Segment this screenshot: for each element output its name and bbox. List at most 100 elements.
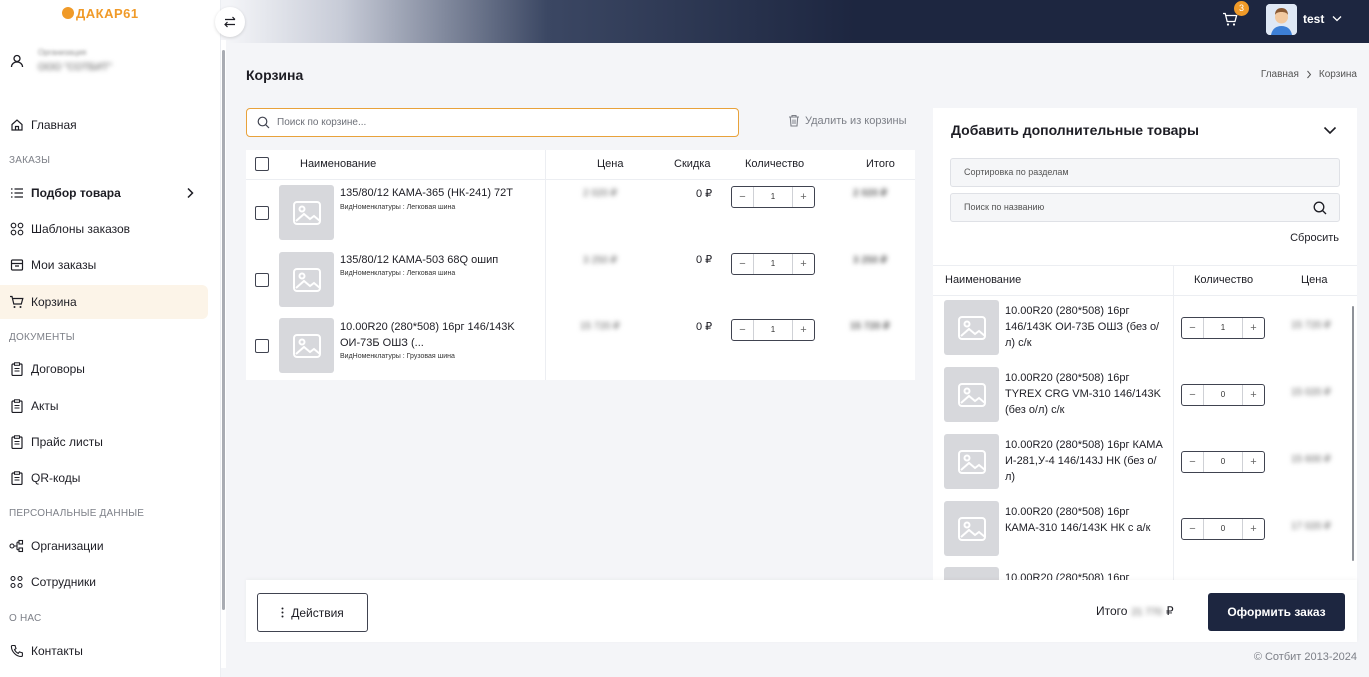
minus-button[interactable]: −	[1182, 385, 1203, 405]
quantity-value[interactable]: 1	[753, 254, 793, 274]
search-icon	[257, 116, 270, 129]
quantity-stepper[interactable]: −1 +	[1181, 317, 1265, 339]
minus-button[interactable]: −	[732, 254, 753, 274]
quantity-value[interactable]: 0	[1203, 452, 1243, 472]
product-image-placeholder[interactable]	[944, 434, 999, 489]
plus-button[interactable]: +	[793, 254, 814, 274]
plus-button[interactable]: +	[1243, 519, 1264, 539]
chevron-down-icon[interactable]	[1332, 15, 1342, 22]
sidebar-item-acts[interactable]: Акты	[0, 389, 208, 423]
order-total: Итого 21 770 ₽	[1096, 604, 1174, 618]
sidebar-item-cart[interactable]: Корзина	[0, 285, 208, 319]
minus-button[interactable]: −	[732, 187, 753, 207]
product-name[interactable]: 10.00R20 (280*508) 16рг 146/143K ОИ-73Б …	[340, 319, 530, 351]
chevron-down-icon[interactable]	[1323, 126, 1337, 135]
col-name: Наименование	[945, 274, 1022, 286]
org-structure-icon	[9, 539, 24, 554]
plus-button[interactable]: +	[793, 320, 814, 340]
product-name[interactable]: 135/80/12 КАМА-365 (НК-241) 72Т	[340, 185, 530, 201]
price-value: 15 720 ₽	[1291, 320, 1331, 331]
search-by-name-input[interactable]: Поиск по названию	[950, 193, 1340, 222]
sidebar-item-catalog[interactable]: Подбор товара	[0, 176, 208, 210]
total-value: 3 250 ₽	[853, 255, 888, 266]
product-type: ВидНоменклатуры : Легковая шина	[340, 270, 456, 277]
quantity-value[interactable]: 1	[1203, 318, 1243, 338]
avatar[interactable]	[1266, 4, 1297, 35]
actions-button[interactable]: Действия	[257, 593, 368, 632]
product-image-placeholder[interactable]	[944, 300, 999, 355]
product-name[interactable]: 10.00R20 (280*508) 16рг КАМА И-281,У-4 1…	[1005, 437, 1165, 485]
panel-title: Добавить дополнительные товары	[951, 122, 1199, 138]
product-image-placeholder[interactable]	[279, 252, 334, 307]
clipboard-icon	[9, 435, 24, 450]
minus-button[interactable]: −	[732, 320, 753, 340]
plus-button[interactable]: +	[1243, 385, 1264, 405]
product-name[interactable]: 10.00R20 (280*508) 16рг КАМА-310 146/143…	[1005, 504, 1165, 536]
plus-button[interactable]: +	[1243, 452, 1264, 472]
product-image-placeholder[interactable]	[944, 501, 999, 556]
sidebar-item-label: Контакты	[31, 644, 83, 658]
sidebar-item-home[interactable]: Главная	[0, 108, 208, 142]
quantity-stepper[interactable]: −0 +	[1181, 384, 1265, 406]
product-name[interactable]: 10.00R20 (280*508) 16рг	[1005, 570, 1165, 580]
sidebar-item-templates[interactable]: Шаблоны заказов	[0, 212, 208, 246]
breadcrumb-current: Корзина	[1318, 69, 1357, 80]
scrollbar-thumb[interactable]	[1352, 306, 1354, 561]
scrollbar-thumb[interactable]	[222, 50, 225, 610]
cart-search-input[interactable]: Поиск по корзине...	[246, 108, 739, 137]
image-icon	[956, 312, 988, 344]
quantity-stepper[interactable]: −0 +	[1181, 518, 1265, 540]
user-name[interactable]: test	[1303, 12, 1324, 26]
cart-table: Наименование Цена Скидка Количество Итог…	[246, 150, 915, 380]
select-all-checkbox[interactable]	[255, 157, 269, 171]
minus-button[interactable]: −	[1182, 519, 1203, 539]
product-image-placeholder[interactable]	[944, 567, 999, 580]
quantity-value[interactable]: 0	[1203, 385, 1243, 405]
quantity-value[interactable]: 1	[753, 320, 793, 340]
sidebar-item-orgs[interactable]: Организации	[0, 529, 208, 563]
product-image-placeholder[interactable]	[279, 318, 334, 373]
quantity-stepper[interactable]: −1 +	[731, 319, 815, 341]
reset-button[interactable]: Сбросить	[1290, 232, 1339, 244]
sort-sections-select[interactable]: Сортировка по разделам	[950, 158, 1340, 187]
minus-button[interactable]: −	[1182, 452, 1203, 472]
sidebar-toggle-button[interactable]	[215, 7, 245, 37]
sidebar-item-staff[interactable]: Сотрудники	[0, 565, 208, 599]
product-name[interactable]: 10.00R20 (280*508) 16рг 146/143K ОИ-73Б …	[1005, 303, 1165, 351]
sidebar-item-contacts[interactable]: Контакты	[0, 634, 208, 668]
checkout-button[interactable]: Оформить заказ	[1208, 593, 1345, 631]
user-org-selector[interactable]: Организация ООО "СОТБИТ"	[8, 46, 208, 86]
quantity-stepper[interactable]: −1 +	[731, 186, 815, 208]
price-value: 15 020 ₽	[1291, 387, 1331, 398]
plus-button[interactable]: +	[793, 187, 814, 207]
row-checkbox[interactable]	[255, 273, 269, 287]
product-image-placeholder[interactable]	[944, 367, 999, 422]
sidebar-item-qr[interactable]: QR-коды	[0, 461, 208, 495]
product-name[interactable]: 135/80/12 КАМА-503 68Q ошип	[340, 252, 530, 268]
breadcrumb-home[interactable]: Главная	[1261, 69, 1299, 80]
product-name[interactable]: 10.00R20 (280*508) 16рг TYREX CRG VM-310…	[1005, 370, 1165, 418]
header-cart-button[interactable]: 3	[1222, 1, 1249, 27]
sidebar-scrollbar[interactable]	[221, 40, 226, 668]
row-checkbox[interactable]	[255, 206, 269, 220]
plus-button[interactable]: +	[1243, 318, 1264, 338]
product-image-placeholder[interactable]	[279, 185, 334, 240]
search-icon[interactable]	[1313, 201, 1327, 215]
row-checkbox[interactable]	[255, 339, 269, 353]
quantity-stepper[interactable]: −1 +	[731, 253, 815, 275]
quantity-value[interactable]: 1	[753, 187, 793, 207]
sidebar-item-pricelists[interactable]: Прайс листы	[0, 425, 208, 459]
swap-arrows-icon	[223, 15, 237, 29]
chevron-right-icon	[186, 187, 194, 199]
quantity-stepper[interactable]: −0 +	[1181, 451, 1265, 473]
minus-button[interactable]: −	[1182, 318, 1203, 338]
sidebar-item-contracts[interactable]: Договоры	[0, 352, 208, 386]
panel-scrollbar[interactable]	[1351, 298, 1355, 578]
price-value: 15 600 ₽	[1291, 454, 1331, 465]
logo[interactable]: ДАКАР61	[62, 6, 139, 21]
quantity-value[interactable]: 0	[1203, 519, 1243, 539]
sidebar-item-label: QR-коды	[31, 471, 81, 485]
delete-from-cart-button[interactable]: Удалить из корзины	[788, 114, 907, 127]
org-label: Организация	[38, 48, 87, 57]
sidebar-item-my-orders[interactable]: Мои заказы	[0, 248, 208, 282]
